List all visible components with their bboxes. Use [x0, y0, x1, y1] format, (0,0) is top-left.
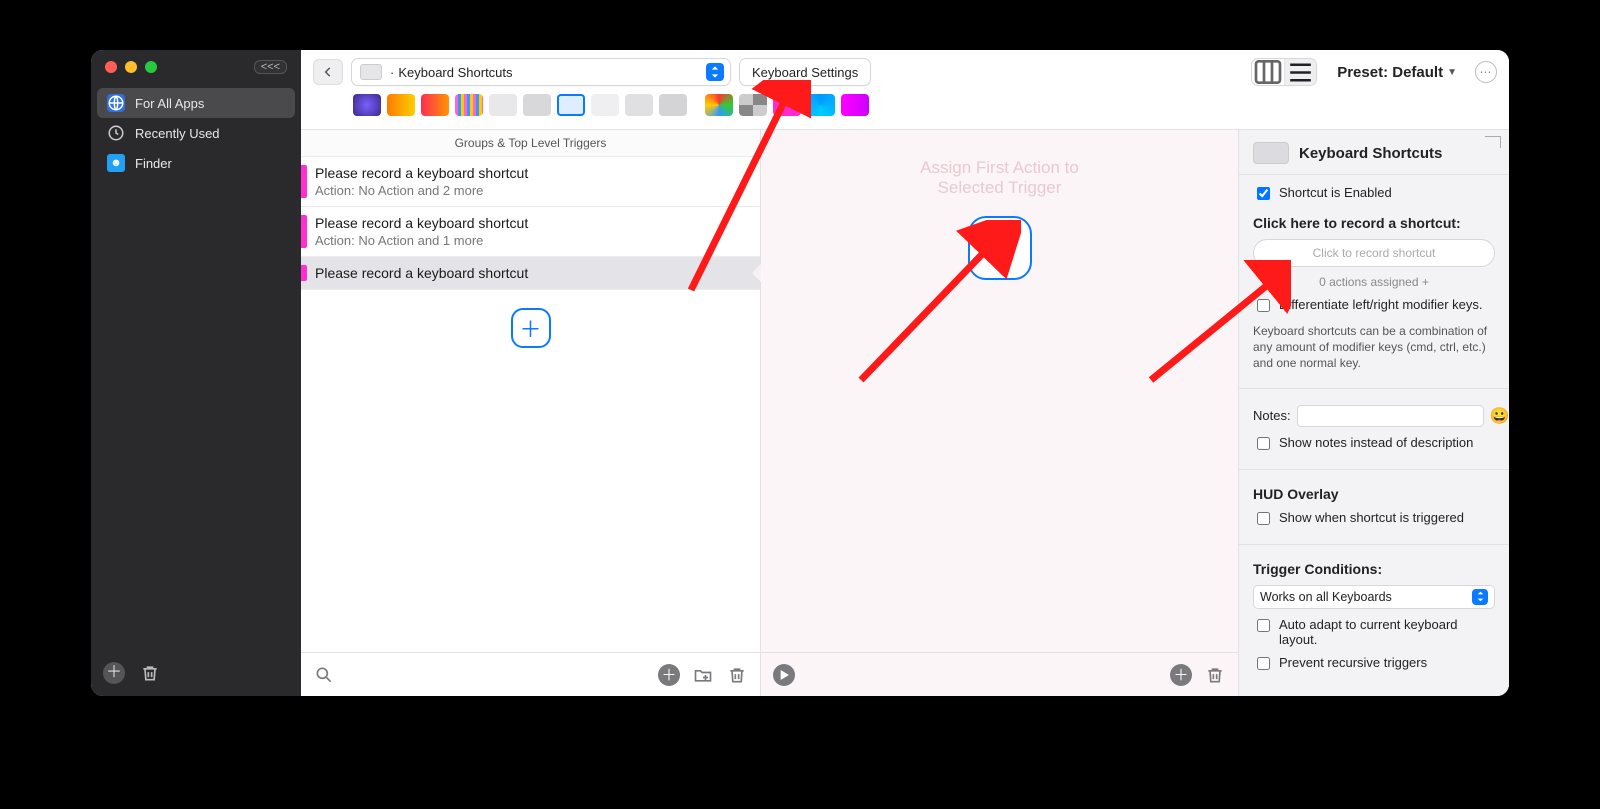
category-icon[interactable]: [353, 94, 381, 116]
trigger-title: Please record a keyboard shortcut: [315, 215, 528, 231]
category-icon[interactable]: [705, 94, 733, 116]
enabled-checkbox[interactable]: Shortcut is Enabled: [1253, 185, 1495, 203]
add-action-footer-button[interactable]: ＋: [1170, 664, 1192, 686]
finder-icon: ☻: [107, 154, 125, 172]
delete-action-button[interactable]: [1204, 664, 1226, 686]
hud-show-checkbox[interactable]: Show when shortcut is triggered: [1253, 510, 1495, 528]
trigger-subtitle: Action: No Action and 2 more: [315, 183, 528, 198]
category-strip: [313, 86, 1497, 122]
category-icon-keyboard[interactable]: [557, 94, 585, 116]
category-icon[interactable]: [807, 94, 835, 116]
category-icon[interactable]: [773, 94, 801, 116]
record-shortcut-button[interactable]: Click to record shortcut: [1253, 239, 1495, 267]
close-window-button[interactable]: [105, 61, 117, 73]
prevent-recursive-checkbox[interactable]: Prevent recursive triggers: [1253, 655, 1495, 673]
delete-app-button[interactable]: [139, 662, 161, 684]
globe-icon: [107, 94, 125, 112]
sidebar-item-label: Finder: [135, 156, 172, 171]
keyboard-icon: [1253, 142, 1289, 164]
delete-trigger-button[interactable]: [726, 664, 748, 686]
content: · Keyboard Shortcuts Keyboard Settings: [301, 50, 1509, 696]
differentiate-checkbox[interactable]: Differentiate left/right modifier keys.: [1253, 297, 1495, 315]
toolbar: · Keyboard Shortcuts Keyboard Settings: [301, 50, 1509, 130]
color-tag: [301, 215, 307, 248]
category-icon[interactable]: [739, 94, 767, 116]
add-trigger-button[interactable]: ＋: [511, 308, 551, 348]
trigger-row[interactable]: Please record a keyboard shortcut Action…: [301, 157, 760, 207]
trigger-type-dropdown[interactable]: · Keyboard Shortcuts: [351, 58, 731, 86]
trigger-row[interactable]: Please record a keyboard shortcut Action…: [301, 207, 760, 257]
sidebar-item-label: Recently Used: [135, 126, 220, 141]
hud-section-title: HUD Overlay: [1253, 486, 1495, 502]
add-trigger-footer-button[interactable]: ＋: [658, 664, 680, 686]
inspector-title: Keyboard Shortcuts: [1299, 145, 1442, 162]
app-window: <<< For All Apps Recently Used ☻ Finder …: [91, 50, 1509, 696]
sidebar-collapse-button[interactable]: <<<: [254, 60, 287, 74]
popout-icon[interactable]: [1485, 136, 1501, 148]
category-icon[interactable]: [489, 94, 517, 116]
category-icon[interactable]: [841, 94, 869, 116]
show-notes-checkbox[interactable]: Show notes instead of description: [1253, 435, 1495, 453]
folder-button[interactable]: [692, 664, 714, 686]
conditions-section-title: Trigger Conditions:: [1253, 561, 1495, 577]
category-icon[interactable]: [387, 94, 415, 116]
window-controls: <<<: [91, 50, 301, 84]
sidebar-item-label: For All Apps: [135, 96, 204, 111]
preset-selector[interactable]: Preset: Default▼: [1337, 64, 1457, 81]
sidebar-item-finder[interactable]: ☻ Finder: [97, 148, 295, 178]
keyboard-icon: [360, 64, 382, 80]
dropdown-label: Keyboard Shortcuts: [398, 65, 512, 80]
category-icon[interactable]: [591, 94, 619, 116]
category-icon[interactable]: [455, 94, 483, 116]
keyboard-scope-select[interactable]: Works on all Keyboards: [1253, 585, 1495, 609]
trigger-row[interactable]: Please record a keyboard shortcut: [301, 257, 760, 290]
clock-icon: [107, 124, 125, 142]
sidebar-item-recent[interactable]: Recently Used: [97, 118, 295, 148]
actions-assigned-label[interactable]: 0 actions assigned +: [1253, 275, 1495, 289]
color-tag: [301, 265, 307, 281]
trigger-subtitle: Action: No Action and 1 more: [315, 233, 528, 248]
chevron-updown-icon: [1472, 589, 1488, 605]
notes-input[interactable]: [1297, 405, 1484, 427]
trigger-title: Please record a keyboard shortcut: [315, 265, 528, 281]
inspector-column: Keyboard Shortcuts Shortcut is Enabled C…: [1239, 130, 1509, 696]
play-action-button[interactable]: [773, 664, 795, 686]
zoom-window-button[interactable]: [145, 61, 157, 73]
category-icon[interactable]: [421, 94, 449, 116]
chevron-updown-icon: [706, 63, 724, 81]
notes-label: Notes:: [1253, 408, 1291, 423]
minimize-window-button[interactable]: [125, 61, 137, 73]
actions-placeholder: Assign First Action to Selected Trigger: [761, 158, 1238, 198]
color-tag: [301, 165, 307, 198]
inspector-help-text: Keyboard shortcuts can be a combination …: [1253, 323, 1495, 372]
add-app-button[interactable]: ＋: [103, 662, 125, 684]
search-button[interactable]: [313, 664, 335, 686]
view-mode-toggle[interactable]: [1251, 58, 1317, 86]
trigger-title: Please record a keyboard shortcut: [315, 165, 528, 181]
category-icon[interactable]: [659, 94, 687, 116]
triggers-header: Groups & Top Level Triggers: [301, 130, 760, 157]
emoji-icon[interactable]: 😀: [1490, 406, 1509, 426]
auto-adapt-checkbox[interactable]: Auto adapt to current keyboard layout.: [1253, 617, 1495, 647]
sidebar: <<< For All Apps Recently Used ☻ Finder …: [91, 50, 301, 696]
more-menu-button[interactable]: ⋯: [1475, 61, 1497, 83]
add-action-button[interactable]: ＋: [968, 216, 1032, 280]
triggers-column: Groups & Top Level Triggers Please recor…: [301, 130, 761, 696]
sidebar-item-all-apps[interactable]: For All Apps: [97, 88, 295, 118]
actions-column: Assign First Action to Selected Trigger …: [761, 130, 1239, 696]
column-view-button[interactable]: [1252, 59, 1284, 85]
keyboard-settings-button[interactable]: Keyboard Settings: [739, 58, 871, 86]
category-icon[interactable]: [625, 94, 653, 116]
record-heading: Click here to record a shortcut:: [1253, 215, 1495, 231]
list-view-button[interactable]: [1284, 59, 1316, 85]
category-icon[interactable]: [523, 94, 551, 116]
back-button[interactable]: [313, 59, 343, 85]
